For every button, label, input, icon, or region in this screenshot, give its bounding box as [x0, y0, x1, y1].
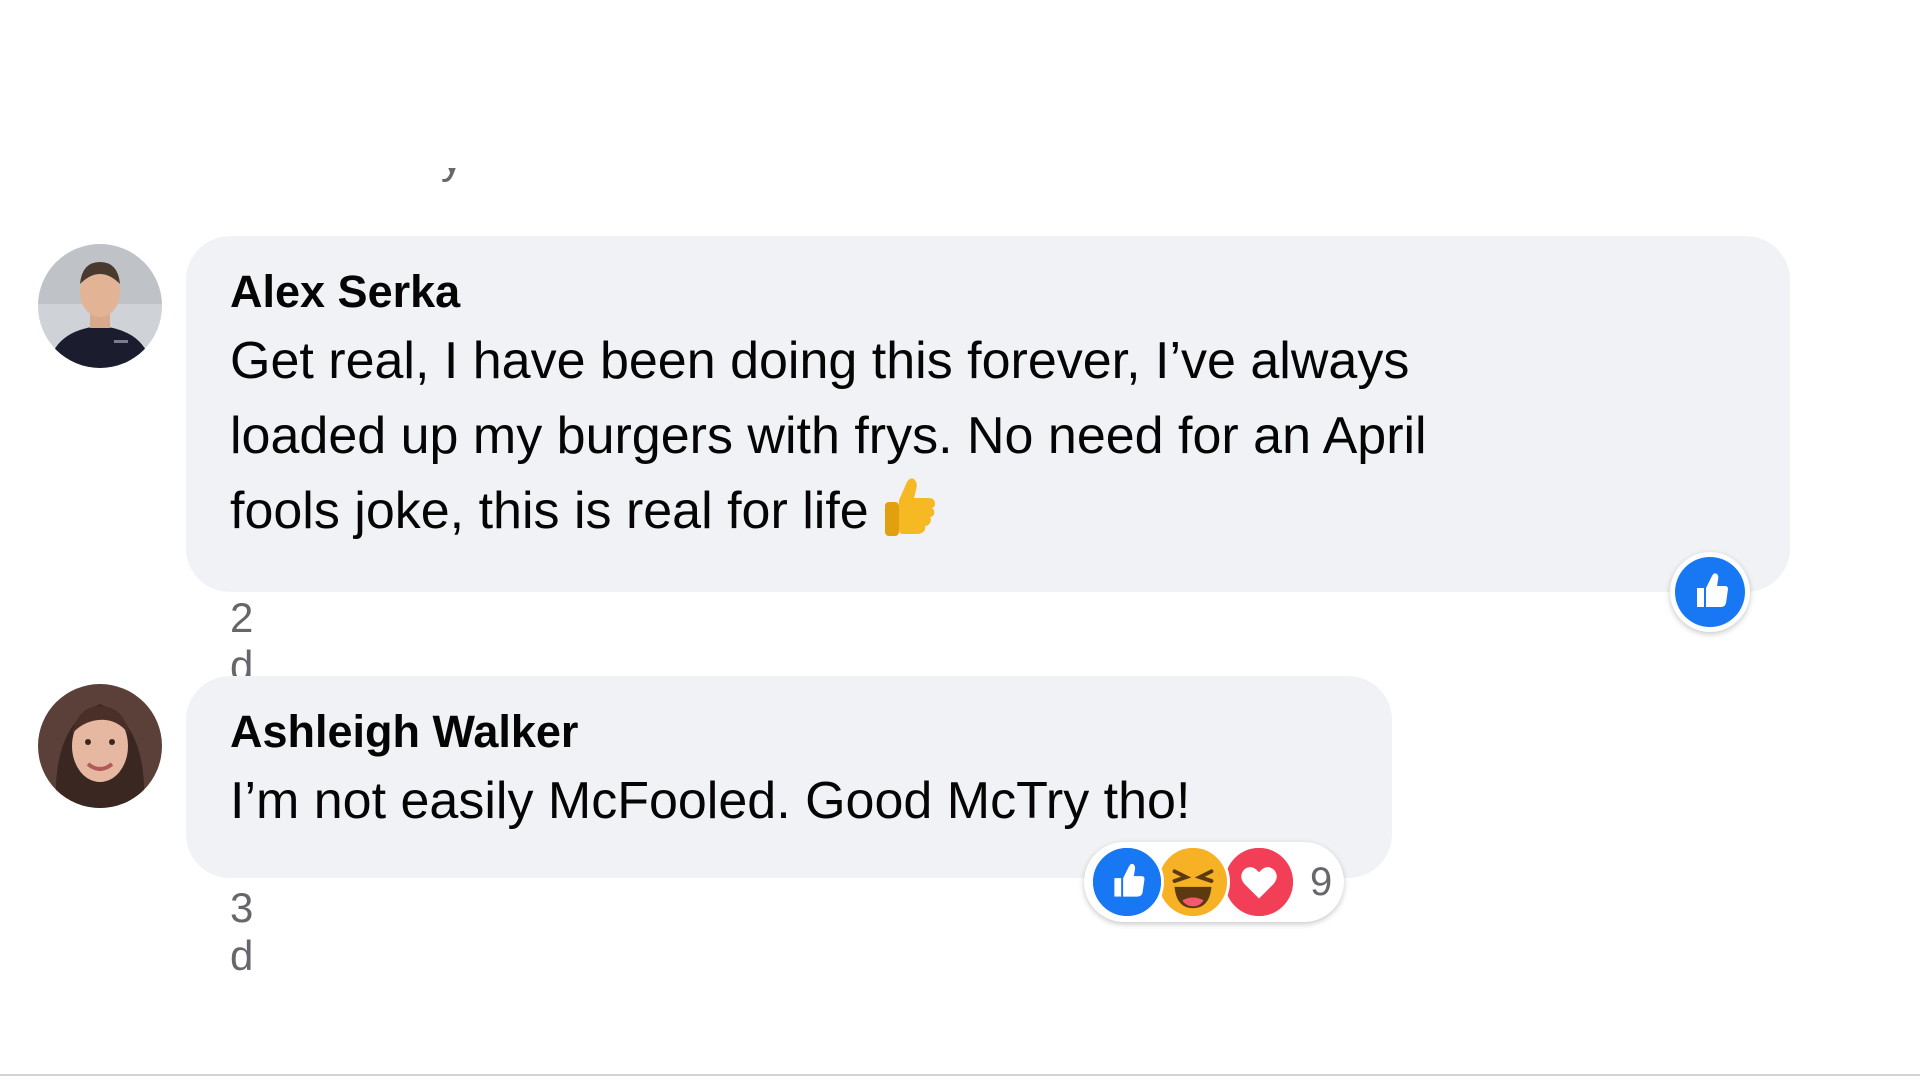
comment-text-content: Get real, I have been doing this forever…: [230, 332, 1427, 540]
comment-text: I’m not easily McFooled. Good McTry tho!: [230, 772, 1191, 830]
like-reaction-icon: [1675, 557, 1745, 627]
love-reaction-icon: [1222, 845, 1296, 919]
comments-page: · y Alex Serka Get real, I have been doi…: [0, 0, 1920, 1080]
previous-comment-actions-clipped: · y: [410, 168, 530, 192]
avatar-ashleigh-walker-image: [38, 684, 162, 808]
reaction-count: 9: [1310, 859, 1333, 904]
comment-timestamp[interactable]: 3 d: [230, 884, 253, 980]
avatar[interactable]: [38, 684, 162, 808]
like-reaction-icon: [1090, 845, 1164, 919]
comment-author[interactable]: Alex Serka: [230, 266, 1748, 318]
thumbs-up-emoji-icon: [881, 476, 937, 559]
avatar-alex-serka-image: [38, 244, 162, 368]
reaction-summary[interactable]: [1670, 552, 1750, 632]
haha-reaction-icon: [1156, 845, 1230, 919]
comment-text: Get real, I have been doing this forever…: [230, 324, 1748, 559]
comment-author[interactable]: Ashleigh Walker: [230, 706, 1350, 758]
divider: [0, 1074, 1920, 1076]
avatar[interactable]: [38, 244, 162, 368]
reaction-summary[interactable]: 9: [1084, 842, 1344, 922]
previous-comment-actions-text: · y: [410, 168, 465, 184]
comment-bubble: Alex Serka Get real, I have been doing t…: [186, 236, 1790, 592]
